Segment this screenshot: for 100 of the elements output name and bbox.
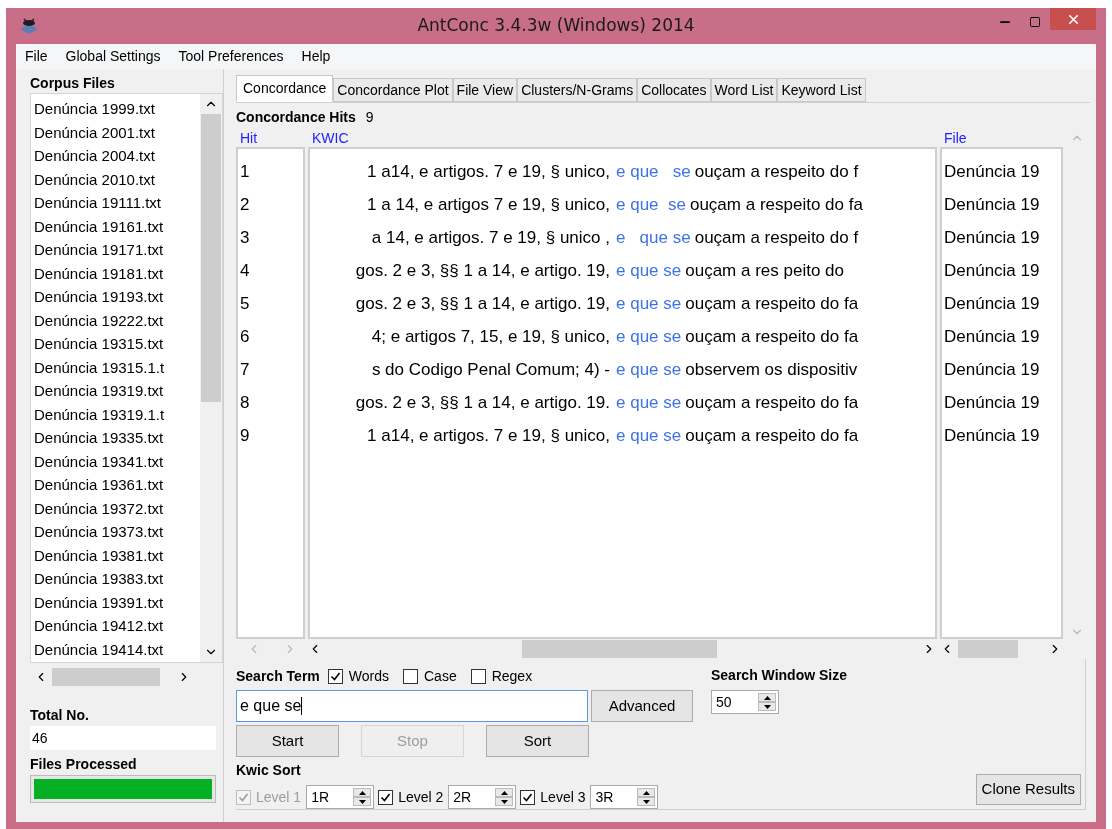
file-list-item[interactable]: Denúncia 19381.txt bbox=[31, 543, 200, 567]
file-list-item[interactable]: Denúncia 19414.txt bbox=[31, 637, 200, 661]
left-context: 1 a14, e artigos. 7 e 19, § unico, bbox=[367, 424, 610, 447]
spinner-value: 50 bbox=[715, 692, 733, 712]
checkbox-label: Level 3 bbox=[540, 787, 586, 807]
right-context: ouçam a respeito do fa bbox=[685, 424, 859, 447]
checkbox[interactable] bbox=[403, 668, 418, 684]
scrollbar-thumb[interactable] bbox=[52, 668, 160, 686]
action-button[interactable]: Start bbox=[236, 725, 339, 757]
right-context: ouçam a res peito do bbox=[685, 259, 844, 282]
spin-down-icon[interactable] bbox=[637, 797, 656, 806]
menu-item[interactable]: Global Settings bbox=[56, 46, 170, 67]
section-title: Corpus Files bbox=[30, 74, 116, 93]
file-list-item[interactable]: Denúncia 1999.txt bbox=[31, 97, 200, 121]
file-cell-text: Denúncia 19 bbox=[943, 260, 1041, 282]
spin-down-icon[interactable] bbox=[495, 797, 514, 806]
search-field[interactable]: e que se bbox=[236, 690, 588, 722]
checkbox[interactable] bbox=[470, 668, 486, 684]
vertical-scrollbar[interactable] bbox=[200, 94, 222, 662]
file-list-item[interactable]: Denúncia 19372.txt bbox=[31, 496, 200, 520]
keyword-match: e que se bbox=[616, 226, 691, 249]
scrollbar-thumb[interactable] bbox=[522, 640, 717, 658]
file-list-item[interactable]: Denúncia 19193.txt bbox=[31, 285, 200, 309]
hit-number: 1 bbox=[239, 161, 251, 183]
field-label: Total No. bbox=[30, 706, 90, 725]
file-list-item[interactable]: Denúncia 19341.txt bbox=[31, 449, 200, 473]
checkbox[interactable] bbox=[327, 668, 343, 684]
action-button[interactable]: Sort bbox=[486, 725, 589, 757]
checkbox-label: Level 2 bbox=[398, 787, 444, 807]
spin-up-icon[interactable] bbox=[637, 788, 656, 797]
file-list-item[interactable]: Denúncia 19335.txt bbox=[31, 426, 200, 450]
right-context: ouçam a respeito do fa bbox=[685, 391, 859, 414]
advanced-button[interactable]: Advanced bbox=[591, 690, 693, 722]
checkbox[interactable] bbox=[378, 789, 394, 805]
column-header[interactable]: Hit bbox=[236, 129, 308, 147]
file-list-item[interactable]: Denúncia 2010.txt bbox=[31, 167, 200, 191]
checkbox-label: Level 1 bbox=[256, 787, 302, 807]
spin-up-icon[interactable] bbox=[353, 788, 372, 797]
close-icon[interactable] bbox=[1050, 8, 1096, 30]
keyword-match: e que se bbox=[616, 424, 682, 447]
hit-number: 8 bbox=[239, 392, 251, 414]
spin-up-icon[interactable] bbox=[758, 693, 776, 702]
menu-item[interactable]: Help bbox=[292, 46, 340, 67]
file-list-item[interactable]: Denúncia 19412.txt bbox=[31, 614, 200, 638]
clone-results-button[interactable]: Clone Results bbox=[975, 774, 1081, 805]
file-cell-text: Denúncia 19 bbox=[943, 392, 1041, 414]
file-list-item[interactable]: Denúncia 19181.txt bbox=[31, 261, 200, 285]
file-list-item[interactable]: Denúncia 2004.txt bbox=[31, 144, 200, 168]
keyword-match: e que se bbox=[616, 292, 682, 315]
spinner-value: 3R bbox=[594, 787, 615, 807]
file-list-item[interactable]: Denúncia 19373.txt bbox=[31, 520, 200, 544]
column-header[interactable]: File bbox=[940, 129, 1066, 147]
file-list-item[interactable]: Denúncia 2001.txt bbox=[31, 120, 200, 144]
right-context: ouçam a respeito do f bbox=[694, 226, 859, 249]
spinner-field[interactable]: 2R bbox=[448, 785, 517, 809]
file-list-item[interactable]: Denúncia 19315.txt bbox=[31, 332, 200, 356]
checkbox[interactable] bbox=[520, 789, 536, 805]
section-title: Search Term bbox=[236, 666, 320, 686]
file-list-item[interactable]: Denúncia 19161.txt bbox=[31, 214, 200, 238]
menu-item[interactable]: File bbox=[16, 46, 57, 67]
tab[interactable]: Keyword List bbox=[777, 78, 866, 102]
scrollbar-thumb[interactable] bbox=[958, 640, 1018, 658]
file-list-item[interactable]: Denúncia 19361.txt bbox=[31, 473, 200, 497]
spin-up-icon[interactable] bbox=[495, 788, 514, 797]
file-list-item[interactable]: Denúncia 19319.txt bbox=[31, 379, 200, 403]
hit-number: 9 bbox=[239, 425, 251, 447]
hit-number: 2 bbox=[239, 194, 251, 216]
column-header[interactable]: KWIC bbox=[308, 129, 940, 147]
file-list-item[interactable]: Denúncia 19222.txt bbox=[31, 308, 200, 332]
file-cell-text: Denúncia 19 bbox=[943, 293, 1041, 315]
tab[interactable]: File View bbox=[452, 78, 518, 102]
hits-count: 9 bbox=[365, 107, 374, 127]
keyword-match: e que se bbox=[616, 193, 686, 216]
checkbox-label: Case bbox=[424, 666, 457, 686]
menu-item[interactable]: Tool Preferences bbox=[169, 46, 293, 67]
keyword-match: e que se bbox=[616, 325, 682, 348]
file-list-item[interactable]: Denúncia 19315.1.t bbox=[31, 355, 200, 379]
left-context: gos. 2 e 3, §§ 1 a 14, e artigo. 19. bbox=[355, 391, 610, 414]
tab[interactable]: Collocates bbox=[637, 78, 711, 102]
tab[interactable]: Concordance bbox=[236, 75, 334, 102]
file-list-item[interactable]: Denúncia 19319.1.t bbox=[31, 402, 200, 426]
spin-down-icon[interactable] bbox=[353, 797, 372, 806]
file-list-item[interactable]: Denúncia 19383.txt bbox=[31, 567, 200, 591]
section-title: Concordance Hits bbox=[236, 107, 356, 127]
section-title: Kwic Sort bbox=[236, 761, 302, 780]
tab[interactable]: Clusters/N-Grams bbox=[517, 78, 638, 102]
file-list-item[interactable]: Denúncia 19111.txt bbox=[31, 191, 200, 215]
keyword-match: e que se bbox=[616, 259, 682, 282]
file-list-item[interactable]: Denúncia 19171.txt bbox=[31, 238, 200, 262]
left-context: gos. 2 e 3, §§ 1 a 14, e artigo. 19, bbox=[355, 292, 610, 315]
right-context: ouçam a respeito do f bbox=[694, 160, 859, 183]
scrollbar-thumb[interactable] bbox=[201, 114, 221, 402]
file-list-item[interactable]: Denúncia 19391.txt bbox=[31, 590, 200, 614]
tab[interactable]: Concordance Plot bbox=[333, 78, 453, 102]
spinner-field[interactable]: 3R bbox=[590, 785, 659, 809]
spin-down-icon[interactable] bbox=[758, 702, 776, 711]
spinner-field[interactable]: 50 bbox=[711, 690, 779, 714]
ant-logo-icon bbox=[18, 17, 40, 35]
keyword-match: e que se bbox=[616, 391, 682, 414]
tab[interactable]: Word List bbox=[710, 78, 778, 102]
